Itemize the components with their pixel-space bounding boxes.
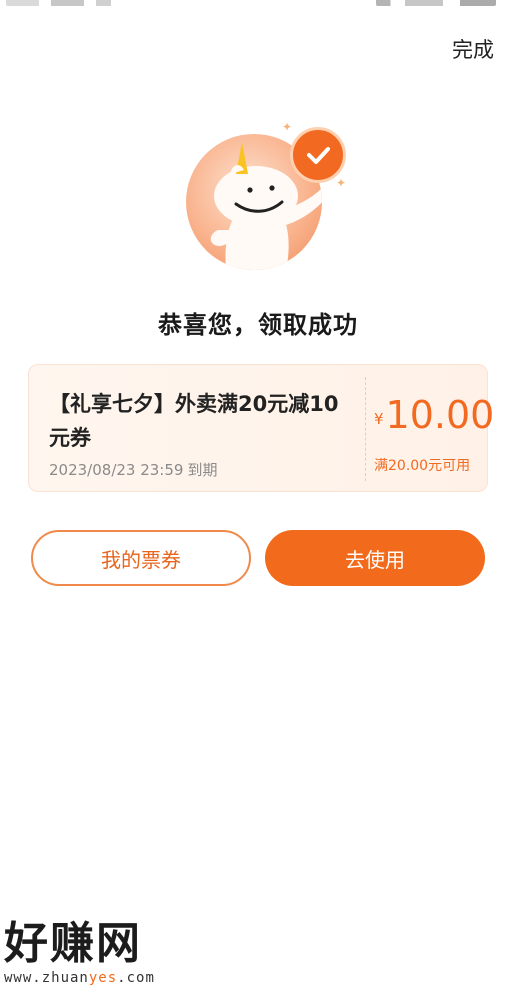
watermark-logo: 好赚网 <box>4 918 142 969</box>
use-coupon-button[interactable]: 去使用 <box>265 530 485 586</box>
watermark-url-prefix: www.zhuan <box>4 970 89 986</box>
watermark-url: www.zhuanyes.com <box>4 970 204 986</box>
coupon-condition: 满20.00元可用 <box>374 458 471 474</box>
check-icon <box>307 147 330 164</box>
sparkle-icon: ✦ <box>282 120 293 134</box>
status-bar-right <box>376 0 496 6</box>
coupon-expiry-date: 2023/08/23 23:59 <box>49 461 184 479</box>
coupon-expiry-suffix: 到期 <box>187 461 218 479</box>
coupon-divider <box>365 377 366 481</box>
success-illustration: ✦ ✦ <box>186 120 346 272</box>
coupon-expiry: 2023/08/23 23:59 到期 <box>49 459 217 480</box>
status-bar <box>0 0 516 14</box>
my-tickets-button[interactable]: 我的票券 <box>31 530 251 586</box>
sparkle-icon: ✦ <box>336 176 347 190</box>
coupon-title: 【礼享七夕】外卖满20元减10元券 <box>49 392 339 450</box>
check-badge <box>290 127 346 183</box>
watermark: 好赚网 www.zhuanyes.com <box>4 916 204 996</box>
done-button[interactable]: 完成 <box>452 34 494 64</box>
watermark-url-accent: yes <box>88 970 118 986</box>
success-title: 恭喜您，领取成功 <box>158 311 358 339</box>
coupon-value: 10.00 <box>385 393 495 437</box>
status-bar-left <box>6 0 156 6</box>
coupon-amount: ¥10.00 <box>374 393 494 437</box>
currency-symbol: ¥ <box>374 410 384 428</box>
coupon-card: 【礼享七夕】外卖满20元减10元券 2023/08/23 23:59 到期 ¥10… <box>28 364 494 492</box>
watermark-url-suffix: .com <box>117 970 155 986</box>
